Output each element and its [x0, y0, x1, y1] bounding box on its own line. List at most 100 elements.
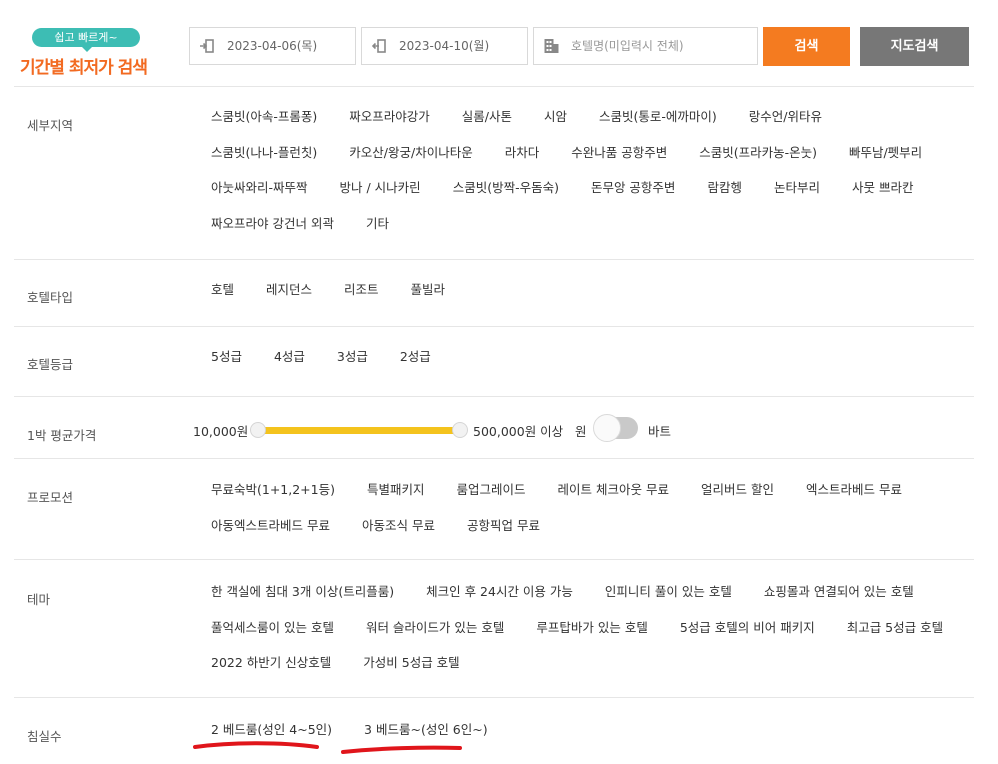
currency-toggle[interactable] [593, 414, 638, 442]
region-chip[interactable]: 수완나품 공항주변 [571, 143, 667, 163]
theme-chip[interactable]: 체크인 후 24시간 이용 가능 [426, 582, 573, 602]
region-chip[interactable]: 빠뚜남/펫부리 [849, 143, 922, 163]
currency-toggle-knob [593, 414, 621, 442]
promo-bubble: 쉽고 빠르게~ [32, 28, 140, 52]
price-slider-track[interactable] [258, 427, 460, 434]
theme-chip[interactable]: 2022 하반기 신상호텔 [211, 653, 331, 673]
hotel-type-chips: 호텔 레지던스 리조트 풀빌라 [198, 280, 968, 316]
theme-chip[interactable]: 인피니티 풀이 있는 호텔 [605, 582, 732, 602]
region-chip[interactable]: 랑수언/위타유 [749, 107, 822, 127]
filter-bedrooms: 침실수 2 베드룸(성인 4~5인) 3 베드룸~(성인 6인~) [14, 697, 974, 764]
hotel-name-input[interactable]: 호텔명(미입력시 전체) [533, 27, 758, 65]
chip-line: 풀억세스룸이 있는 호텔 워터 슬라이드가 있는 호텔 루프탑바가 있는 호텔 5성급… [198, 618, 968, 654]
price-min-handle[interactable] [250, 422, 266, 438]
region-chip[interactable]: 짜오프라야 강건너 외곽 [211, 214, 334, 234]
filter-price: 1박 평균가격 10,000원 500,000원 이상 원 바트 [14, 396, 974, 459]
currency-baht-label: 바트 [648, 424, 672, 439]
theme-chip[interactable]: 가성비 5성급 호텔 [363, 653, 459, 673]
currency-won-label: 원 [575, 424, 587, 439]
checkout-icon [372, 39, 386, 53]
region-chip[interactable]: 사뭇 쁘라칸 [852, 178, 913, 198]
filter-region-label: 세부지역 [27, 118, 74, 133]
chip-line: 무료숙박(1+1,2+1등) 특별패키지 룸업그레이드 레이트 체크아웃 무료 얼리버드… [198, 480, 968, 516]
theme-chip[interactable]: 루프탑바가 있는 호텔 [536, 618, 647, 638]
theme-chip[interactable]: 한 객실에 침대 3개 이상(트리플룸) [211, 582, 394, 602]
promotion-chip[interactable]: 아동조식 무료 [362, 516, 435, 536]
hotel-type-chip[interactable]: 리조트 [344, 280, 379, 300]
filter-hotel-type-label: 호텔타입 [27, 290, 74, 305]
region-chips: 스쿰빗(아속-프롬퐁) 짜오프라야강가 실롬/사톤 시암 스쿰빗(통로-에까마이) 랑수언… [198, 107, 968, 249]
promotion-chip[interactable]: 레이트 체크아웃 무료 [558, 480, 669, 500]
price-max-handle[interactable] [452, 422, 468, 438]
region-chip[interactable]: 스쿰빗(통로-에까마이) [599, 107, 717, 127]
region-chip[interactable]: 돈무앙 공항주변 [591, 178, 675, 198]
region-chip[interactable]: 기타 [366, 214, 389, 234]
region-chip[interactable]: 람캄헹 [707, 178, 742, 198]
price-max-label: 500,000원 이상 [473, 424, 564, 439]
region-chip[interactable]: 아눗싸와리-짜뚜짝 [211, 178, 308, 198]
region-chip[interactable]: 스쿰빗(나나-플런칫) [211, 143, 317, 163]
hotel-type-chip[interactable]: 레지던스 [266, 280, 312, 300]
theme-chips: 한 객실에 침대 3개 이상(트리플룸) 체크인 후 24시간 이용 가능 인피니티… [198, 582, 968, 689]
filter-bedrooms-label: 침실수 [27, 729, 62, 744]
region-chip[interactable]: 실롬/사톤 [462, 107, 512, 127]
promotion-chip[interactable]: 무료숙박(1+1,2+1등) [211, 480, 335, 500]
hotel-grade-chip[interactable]: 2성급 [400, 347, 431, 367]
promotion-chip[interactable]: 엑스트라베드 무료 [806, 480, 902, 500]
theme-chip[interactable]: 최고급 5성급 호텔 [847, 618, 943, 638]
hotel-grade-chips: 5성급 4성급 3성급 2성급 [198, 347, 968, 383]
filter-promotion: 프로모션 무료숙박(1+1,2+1등) 특별패키지 룸업그레이드 레이트 체크아웃 무… [14, 458, 974, 560]
highlight-underline-3br [341, 745, 462, 754]
promotion-chip[interactable]: 얼리버드 할인 [701, 480, 774, 500]
chip-line: 2022 하반기 신상호텔 가성비 5성급 호텔 [198, 653, 968, 689]
search-header: 쉽고 빠르게~ 기간별 최저가 검색 2023-04-06(목) 2023-04… [0, 0, 998, 86]
region-chip[interactable]: 시암 [544, 107, 567, 127]
theme-chip[interactable]: 5성급 호텔의 비어 패키지 [680, 618, 815, 638]
checkin-date-field[interactable]: 2023-04-06(목) [189, 27, 356, 65]
bedroom-chip[interactable]: 3 베드룸~(성인 6인~) [364, 720, 488, 740]
region-chip[interactable]: 짜오프라야강가 [349, 107, 430, 127]
price-slider-area: 10,000원 500,000원 이상 원 바트 [14, 413, 974, 449]
checkout-date-field[interactable]: 2023-04-10(월) [361, 27, 528, 65]
chip-line: 스쿰빗(나나-플런칫) 카오산/왕궁/차이나타운 라차다 수완나품 공항주변 스쿰빗(프… [198, 143, 968, 179]
promotion-chip[interactable]: 아동엑스트라베드 무료 [211, 516, 330, 536]
hotel-grade-chip[interactable]: 4성급 [274, 347, 305, 367]
checkin-date-value: 2023-04-06(목) [227, 39, 318, 53]
theme-chip[interactable]: 워터 슬라이드가 있는 호텔 [366, 618, 504, 638]
checkin-icon [200, 39, 214, 53]
chip-line: 아동엑스트라베드 무료 아동조식 무료 공항픽업 무료 [198, 516, 968, 552]
region-chip[interactable]: 스쿰빗(방짝-우돔숙) [453, 178, 559, 198]
region-chip[interactable]: 카오산/왕궁/차이나타운 [349, 143, 472, 163]
theme-chip[interactable]: 쇼핑몰과 연결되어 있는 호텔 [764, 582, 914, 602]
hotel-type-chip[interactable]: 호텔 [211, 280, 234, 300]
filter-theme: 테마 한 객실에 침대 3개 이상(트리플룸) 체크인 후 24시간 이용 가능 인… [14, 559, 974, 698]
filter-theme-label: 테마 [27, 592, 51, 607]
region-chip[interactable]: 방나 / 시나카린 [340, 178, 421, 198]
promotion-chips: 무료숙박(1+1,2+1등) 특별패키지 룸업그레이드 레이트 체크아웃 무료 얼리버드… [198, 480, 968, 551]
map-search-button[interactable]: 지도검색 [860, 27, 969, 66]
hotel-grade-chip[interactable]: 5성급 [211, 347, 242, 367]
filter-promotion-label: 프로모션 [27, 490, 74, 505]
chip-line: 한 객실에 침대 3개 이상(트리플룸) 체크인 후 24시간 이용 가능 인피니티… [198, 582, 968, 618]
building-icon [544, 39, 559, 53]
region-chip[interactable]: 논타부리 [774, 178, 820, 198]
region-chip[interactable]: 스쿰빗(아속-프롬퐁) [211, 107, 317, 127]
hotel-type-chip[interactable]: 풀빌라 [411, 280, 446, 300]
search-button[interactable]: 검색 [763, 27, 850, 66]
hotel-name-placeholder: 호텔명(미입력시 전체) [571, 39, 684, 53]
filter-region: 세부지역 스쿰빗(아속-프롬퐁) 짜오프라야강가 실롬/사톤 시암 스쿰빗(통로-에까마… [14, 86, 974, 260]
filter-hotel-grade-label: 호텔등급 [27, 357, 74, 372]
chip-line: 호텔 레지던스 리조트 풀빌라 [198, 280, 968, 316]
theme-chip[interactable]: 풀억세스룸이 있는 호텔 [211, 618, 334, 638]
filter-hotel-grade: 호텔등급 5성급 4성급 3성급 2성급 [14, 326, 974, 397]
promotion-chip[interactable]: 특별패키지 [367, 480, 425, 500]
promotion-chip[interactable]: 룸업그레이드 [457, 480, 526, 500]
bedroom-chip[interactable]: 2 베드룸(성인 4~5인) [211, 720, 332, 740]
region-chip[interactable]: 라차다 [505, 143, 540, 163]
promotion-chip[interactable]: 공항픽업 무료 [467, 516, 540, 536]
chip-line: 스쿰빗(아속-프롬퐁) 짜오프라야강가 실롬/사톤 시암 스쿰빗(통로-에까마이) 랑수언… [198, 107, 968, 143]
region-chip[interactable]: 스쿰빗(프라카농-온눗) [699, 143, 817, 163]
chip-line: 아눗싸와리-짜뚜짝 방나 / 시나카린 스쿰빗(방짝-우돔숙) 돈무앙 공항주변 람캄헹… [198, 178, 968, 214]
promo-title: 기간별 최저가 검색 [20, 58, 148, 78]
hotel-grade-chip[interactable]: 3성급 [337, 347, 368, 367]
